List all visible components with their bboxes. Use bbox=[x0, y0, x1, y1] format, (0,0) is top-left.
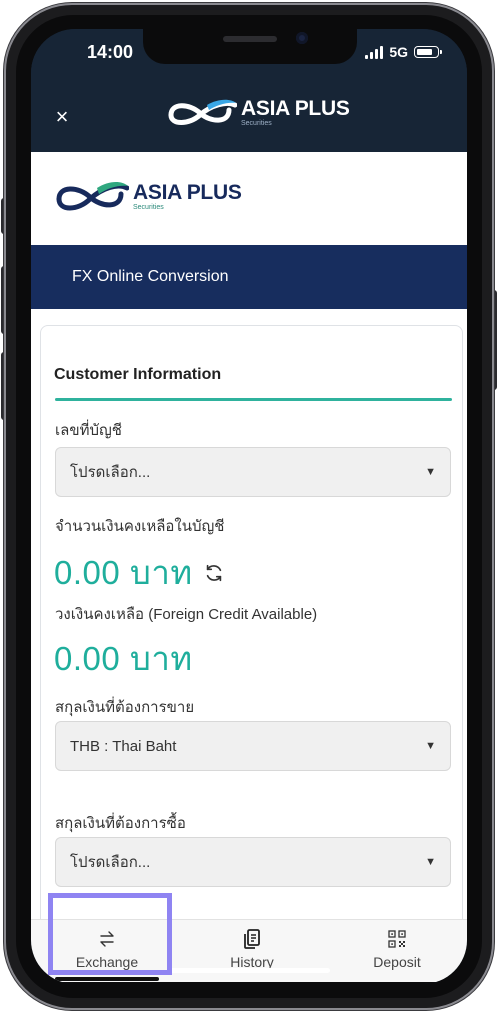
active-tab-indicator bbox=[55, 977, 159, 981]
balance-label: จำนวนเงินคงเหลือในบัญชี bbox=[55, 518, 225, 535]
battery-icon bbox=[414, 46, 442, 58]
brand-logo: ASIA PLUS Securities bbox=[55, 178, 242, 214]
signal-icon bbox=[365, 45, 384, 59]
section-title: Customer Information bbox=[54, 366, 222, 383]
header-logo-text: ASIA PLUS bbox=[241, 96, 350, 120]
phone-screen: 14:00 5G × ASIA PLUS Securities ASIA PLU… bbox=[31, 29, 467, 984]
credit-amount: 0.00 บาท bbox=[54, 640, 193, 677]
sell-currency-value: THB : Thai Baht bbox=[70, 737, 177, 755]
app-header: × ASIA PLUS Securities bbox=[31, 86, 467, 152]
asia-plus-logo-icon bbox=[168, 99, 237, 125]
page-title: FX Online Conversion bbox=[72, 268, 229, 285]
header-logo: ASIA PLUS Securities bbox=[167, 96, 350, 128]
brand-logo-subtext: Securities bbox=[133, 203, 164, 211]
speaker bbox=[223, 36, 277, 42]
refresh-icon[interactable] bbox=[203, 562, 225, 584]
dropdown-caret-icon: ▼ bbox=[425, 856, 436, 868]
brand-logo-text: ASIA PLUS bbox=[133, 180, 242, 204]
balance-amount-row: 0.00 บาท bbox=[54, 546, 225, 599]
buy-currency-select[interactable]: โปรดเลือก... ▼ bbox=[55, 837, 451, 887]
tab-history[interactable]: History bbox=[176, 920, 328, 983]
home-indicator[interactable] bbox=[170, 968, 330, 973]
section-divider bbox=[55, 398, 452, 401]
phone-body: 14:00 5G × ASIA PLUS Securities ASIA PLU… bbox=[6, 5, 492, 1008]
status-time: 14:00 bbox=[87, 42, 134, 62]
header-logo-subtext: Securities bbox=[241, 119, 272, 127]
home-area bbox=[31, 982, 467, 984]
asia-plus-brand-icon bbox=[56, 182, 129, 211]
exchange-icon bbox=[97, 928, 117, 950]
tab-exchange-label: Exchange bbox=[75, 954, 139, 970]
account-select-value: โปรดเลือก... bbox=[70, 464, 151, 481]
account-select[interactable]: โปรดเลือก... ▼ bbox=[55, 447, 451, 497]
page-banner: FX Online Conversion bbox=[31, 245, 467, 309]
tab-deposit[interactable]: Deposit bbox=[321, 920, 467, 983]
tab-deposit-label: Deposit bbox=[373, 954, 421, 970]
front-camera bbox=[296, 32, 308, 44]
balance-amount: 0.00 บาท bbox=[54, 554, 193, 591]
device-frame: 14:00 5G × ASIA PLUS Securities ASIA PLU… bbox=[0, 0, 497, 1014]
credit-label: วงเงินคงเหลือ (Foreign Credit Available) bbox=[55, 606, 318, 623]
buy-currency-label: สกุลเงินที่ต้องการซื้อ bbox=[55, 815, 186, 832]
sell-currency-label: สกุลเงินที่ต้องการขาย bbox=[55, 699, 195, 716]
tab-exchange[interactable]: Exchange bbox=[31, 920, 183, 983]
status-bar: 14:00 5G bbox=[31, 29, 467, 86]
sell-currency-select[interactable]: THB : Thai Baht ▼ bbox=[55, 721, 451, 771]
qr-code-icon bbox=[388, 928, 406, 950]
content-area: ASIA PLUS Securities FX Online Conversio… bbox=[31, 152, 467, 919]
close-button[interactable]: × bbox=[45, 100, 79, 134]
dropdown-caret-icon: ▼ bbox=[425, 466, 436, 478]
customer-info-card: Customer Information เลขที่บัญชี โปรดเลื… bbox=[40, 325, 463, 919]
history-icon bbox=[243, 928, 261, 950]
notch bbox=[143, 29, 357, 64]
phone-bezel: 14:00 5G × ASIA PLUS Securities ASIA PLU… bbox=[16, 15, 482, 998]
network-type: 5G bbox=[389, 44, 408, 60]
status-indicators: 5G bbox=[365, 44, 442, 60]
buy-currency-value: โปรดเลือก... bbox=[70, 854, 151, 871]
account-label: เลขที่บัญชี bbox=[55, 422, 122, 439]
dropdown-caret-icon: ▼ bbox=[425, 740, 436, 752]
